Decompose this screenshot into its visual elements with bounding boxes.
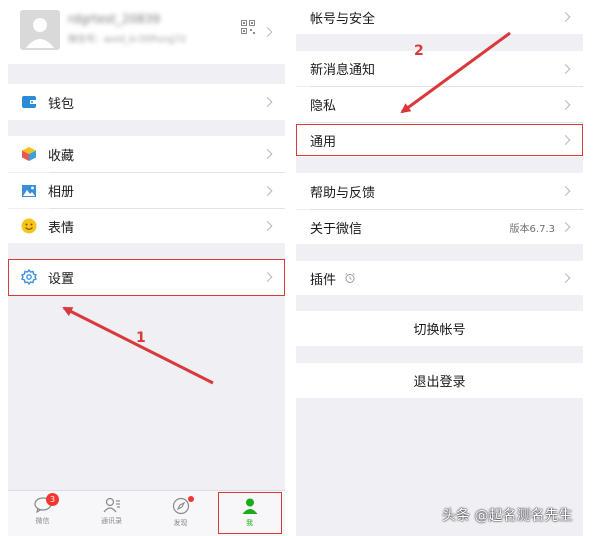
menu-item-label: 钱包 <box>48 96 75 112</box>
menu-item-label: 插件 <box>310 272 337 288</box>
menu-item-label: 帐号与安全 <box>310 11 376 27</box>
compass-icon <box>172 497 189 515</box>
me-page: rdgrtest_20839 微信号：wxid_kr35fhxnjj72 钱包 … <box>8 0 285 536</box>
logout-label: 退出登录 <box>413 375 466 390</box>
chevron-right-icon <box>560 273 571 283</box>
chevron-right-icon <box>262 97 273 107</box>
chevron-right-icon <box>560 222 571 232</box>
qr-code-icon[interactable] <box>241 20 255 34</box>
menu-item-wallet[interactable]: 钱包 <box>8 84 285 120</box>
new-dot-badge <box>188 496 194 502</box>
menu-item-album[interactable]: 相册 <box>8 173 285 208</box>
favorites-cube-icon <box>20 145 38 163</box>
menu-item-plugins[interactable]: 插件 <box>296 261 583 295</box>
profile-card[interactable]: rdgrtest_20839 微信号：wxid_kr35fhxnjj72 <box>8 0 285 64</box>
switch-account-label: 切换帐号 <box>413 323 466 338</box>
menu-item-stickers[interactable]: 表情 <box>8 209 285 243</box>
step-number-2: 2 <box>414 43 424 59</box>
wallet-icon <box>20 93 38 111</box>
menu-item-label: 相册 <box>48 185 75 200</box>
step-number-1: 1 <box>136 330 146 346</box>
contacts-icon <box>103 497 120 513</box>
general-highlight-box <box>296 124 583 156</box>
chevron-right-icon <box>262 221 273 231</box>
settings-highlight-box <box>8 259 285 296</box>
menu-item-favorites[interactable]: 收藏 <box>8 136 285 172</box>
default-avatar-icon <box>26 18 54 48</box>
smiley-face-icon <box>20 217 38 235</box>
chevron-right-icon <box>560 63 571 74</box>
tab-chats[interactable]: 3 微信 <box>8 491 77 536</box>
wechat-id: 微信号：wxid_kr35fhxnjj72 <box>68 35 187 45</box>
menu-item-account-security[interactable]: 帐号与安全 <box>296 0 583 34</box>
menu-item-label: 关于微信 <box>310 221 363 237</box>
menu-item-label: 新消息通知 <box>310 63 376 78</box>
menu-item-privacy[interactable]: 隐私 <box>296 87 583 122</box>
avatar <box>20 10 60 50</box>
chevron-right-icon <box>262 185 273 196</box>
menu-item-label: 帮助与反馈 <box>310 185 376 201</box>
tab-label: 微信 <box>35 517 50 525</box>
album-icon <box>20 182 38 200</box>
tab-contacts[interactable]: 通讯录 <box>77 491 146 536</box>
menu-item-label: 收藏 <box>48 148 75 164</box>
chevron-right-icon <box>262 149 273 159</box>
plugin-alarm-icon <box>345 273 355 283</box>
me-tab-highlight-box <box>218 492 282 534</box>
tab-label: 通讯录 <box>101 517 122 525</box>
menu-item-help-feedback[interactable]: 帮助与反馈 <box>296 173 583 209</box>
watermark-text: 头条 @起名测名先生 <box>442 508 573 524</box>
menu-item-label: 隐私 <box>310 99 337 114</box>
settings-page: 帐号与安全 新消息通知 隐私 通用 帮助与反馈 关于微信 版本6.7.3 插件 … <box>296 0 583 536</box>
version-value: 版本6.7.3 <box>509 223 555 235</box>
menu-item-about[interactable]: 关于微信 版本6.7.3 <box>296 210 583 244</box>
chevron-right-icon <box>560 186 571 196</box>
chevron-right-icon <box>262 27 273 37</box>
chevron-right-icon <box>560 12 571 22</box>
chevron-right-icon <box>560 99 571 110</box>
tab-label: 发现 <box>173 519 188 527</box>
tab-discover[interactable]: 发现 <box>146 491 215 536</box>
unread-badge: 3 <box>46 493 59 506</box>
switch-account-button[interactable]: 切换帐号 <box>296 311 583 346</box>
menu-item-new-message-notifications[interactable]: 新消息通知 <box>296 51 583 86</box>
menu-item-label: 表情 <box>48 220 75 236</box>
logout-button[interactable]: 退出登录 <box>296 363 583 398</box>
profile-name: rdgrtest_20839 <box>68 12 161 26</box>
